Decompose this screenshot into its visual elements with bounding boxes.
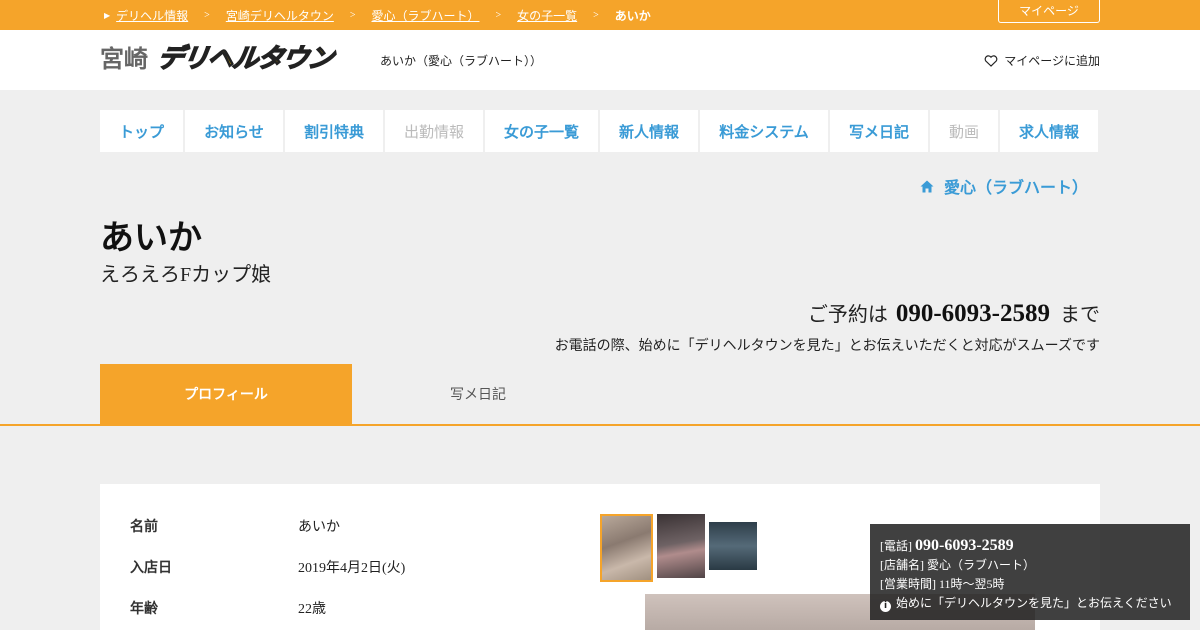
main-nav: トップ お知らせ 割引特典 出勤情報 女の子一覧 新人情報 料金システム 写メ日… [100,110,1098,152]
reservation-suffix: まで [1060,304,1100,326]
girl-name: あいか [100,220,202,257]
shop-home-link[interactable]: 愛心（ラブハート） [920,174,1088,198]
nav-recruit[interactable]: 求人情報 [1000,110,1098,152]
profile-value: 2019年4月2日(火) [298,561,406,576]
logo-text: デリヘルタウン [155,43,336,75]
girl-catchphrase: えろえろFカップ娘 [100,264,272,286]
nav-top[interactable]: トップ [100,110,183,152]
popup-shop-label: [店舗名] [880,558,924,572]
top-bar: ▶ デリヘル情報 > 宮崎デリヘルタウン > 愛心（ラブハート） > 女の子一覧… [0,0,1200,30]
site-logo[interactable]: 宮崎 デリヘルタウン [100,38,337,75]
profile-row: 名前 あいか [130,516,340,536]
popup-hours: 11時～翌5時 [939,577,1005,591]
nav-girls[interactable]: 女の子一覧 [485,110,598,152]
breadcrumb-separator: > [495,10,502,21]
photo-thumbnail[interactable] [657,514,705,578]
nav-news[interactable]: お知らせ [185,110,283,152]
profile-value: あいか [298,520,340,535]
popup-hours-row: [営業時間] 11時～翌5時 [880,575,1180,594]
profile-label: 名前 [130,518,158,534]
nav-price-system[interactable]: 料金システム [700,110,828,152]
popup-shop: 愛心（ラブハート） [927,558,1036,572]
breadcrumb-separator: > [593,10,599,21]
breadcrumb-link-deliheru[interactable]: デリヘル情報 [116,7,188,24]
photo-thumbnail[interactable] [709,522,757,570]
reservation-phone[interactable]: 090-6093-2589 [896,300,1050,328]
reservation-prefix: ご予約は [807,304,888,326]
tab-photo-diary[interactable]: 写メ日記 [352,364,604,424]
popup-note: 始めに「デリヘルタウンを見た」とお伝えください [896,596,1172,610]
breadcrumb-separator: > [204,10,210,21]
nav-discount[interactable]: 割引特典 [285,110,383,152]
popup-phone-label: [電話] [880,539,912,553]
popup-shop-row: [店舗名] 愛心（ラブハート） [880,556,1180,575]
breadcrumb-link-shop[interactable]: 愛心（ラブハート） [371,7,479,24]
header-shop-name: あいか（愛心（ラブハート）） [380,54,543,68]
profile-label: 年齢 [130,600,158,616]
profile-value: 22歳 [298,602,326,617]
profile-row: 年齢 22歳 [130,598,326,618]
photo-thumbnail[interactable] [600,514,653,582]
popup-hours-label: [営業時間] [880,577,936,591]
breadcrumb-link-town[interactable]: 宮崎デリヘルタウン [226,7,334,24]
breadcrumb-link-girls[interactable]: 女の子一覧 [517,7,577,24]
shop-home-label: 愛心（ラブハート） [943,180,1088,197]
tab-profile[interactable]: プロフィール [100,364,352,424]
nav-schedule: 出勤情報 [385,110,483,152]
triangle-right-icon: ▶ [104,11,111,20]
breadcrumb: ▶ デリヘル情報 > 宮崎デリヘルタウン > 愛心（ラブハート） > 女の子一覧… [104,7,651,24]
photo-thumbnails [600,514,757,582]
logo-city: 宮崎 [100,45,148,73]
popup-note-row: i 始めに「デリヘルタウンを見た」とお伝えください [880,594,1180,613]
add-to-mypage-link[interactable]: マイページに追加 [984,52,1100,69]
reservation-note: お電話の際、始めに「デリヘルタウンを見た」とお伝えいただくと対応がスムーズです [554,339,1100,354]
popup-phone-row: [電話] 090-6093-2589 [880,536,1180,556]
profile-label: 入店日 [130,559,172,575]
nav-newcomers[interactable]: 新人情報 [600,110,698,152]
reservation-line: ご予約は 090-6093-2589 まで [808,298,1100,328]
nav-photo-diary[interactable]: 写メ日記 [830,110,928,152]
contact-info-popup: [電話] 090-6093-2589 [店舗名] 愛心（ラブハート） [営業時間… [870,524,1190,620]
home-icon [920,180,934,192]
popup-phone[interactable]: 090-6093-2589 [915,537,1014,554]
profile-tabs: プロフィール 写メ日記 [100,364,604,424]
profile-row: 入店日 2019年4月2日(火) [130,557,405,577]
site-header: 宮崎 デリヘルタウン あいか（愛心（ラブハート）） マイページに追加 [0,30,1200,90]
nav-video: 動画 [930,110,998,152]
breadcrumb-current: あいか [614,9,651,23]
info-icon: i [880,601,891,612]
mypage-button[interactable]: マイページ [998,0,1100,23]
heart-icon [984,54,998,67]
breadcrumb-separator: > [349,10,356,21]
add-to-mypage-label: マイページに追加 [1004,54,1100,68]
